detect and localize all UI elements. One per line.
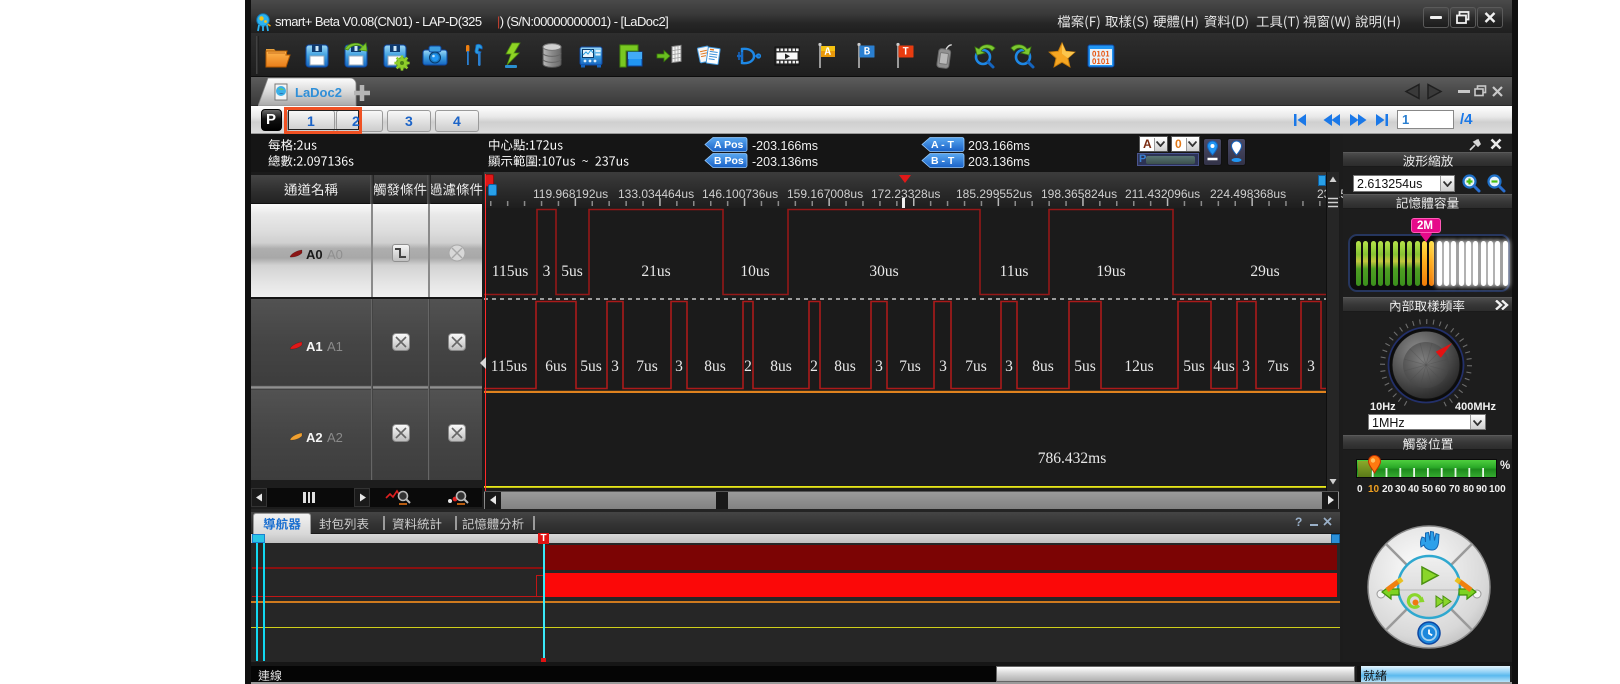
svg-text:8us: 8us <box>704 358 726 375</box>
svg-text:8us: 8us <box>1032 358 1054 375</box>
svg-text:115us: 115us <box>491 358 527 375</box>
svg-text:3: 3 <box>939 358 947 375</box>
svg-text:5us: 5us <box>561 263 583 280</box>
svg-text:2: 2 <box>810 358 818 375</box>
svg-text:7us: 7us <box>636 358 658 375</box>
svg-text:3: 3 <box>1307 358 1315 375</box>
svg-text:3: 3 <box>875 358 883 375</box>
svg-text:30us: 30us <box>869 263 898 280</box>
svg-text:5us: 5us <box>1074 358 1096 375</box>
svg-text:5us: 5us <box>580 358 602 375</box>
svg-text:12us: 12us <box>1124 358 1153 375</box>
svg-text:3: 3 <box>611 358 619 375</box>
svg-text:786.432ms: 786.432ms <box>1038 450 1106 467</box>
svg-text:7us: 7us <box>899 358 921 375</box>
svg-text:6us: 6us <box>545 358 567 375</box>
svg-text:7us: 7us <box>965 358 987 375</box>
svg-text:7us: 7us <box>1267 358 1289 375</box>
svg-text:3: 3 <box>1242 358 1250 375</box>
svg-text:115us: 115us <box>492 263 528 280</box>
svg-text:19us: 19us <box>1096 263 1125 280</box>
svg-text:21us: 21us <box>641 263 670 280</box>
svg-text:10us: 10us <box>740 263 769 280</box>
svg-text:3: 3 <box>675 358 683 375</box>
svg-text:11us: 11us <box>1000 263 1029 280</box>
svg-text:5us: 5us <box>1183 358 1205 375</box>
svg-text:3: 3 <box>543 263 551 280</box>
svg-text:2: 2 <box>744 358 752 375</box>
svg-text:4us: 4us <box>1213 358 1235 375</box>
svg-text:8us: 8us <box>770 358 792 375</box>
svg-text:29us: 29us <box>1250 263 1279 280</box>
svg-text:3: 3 <box>1005 358 1013 375</box>
svg-text:8us: 8us <box>834 358 856 375</box>
